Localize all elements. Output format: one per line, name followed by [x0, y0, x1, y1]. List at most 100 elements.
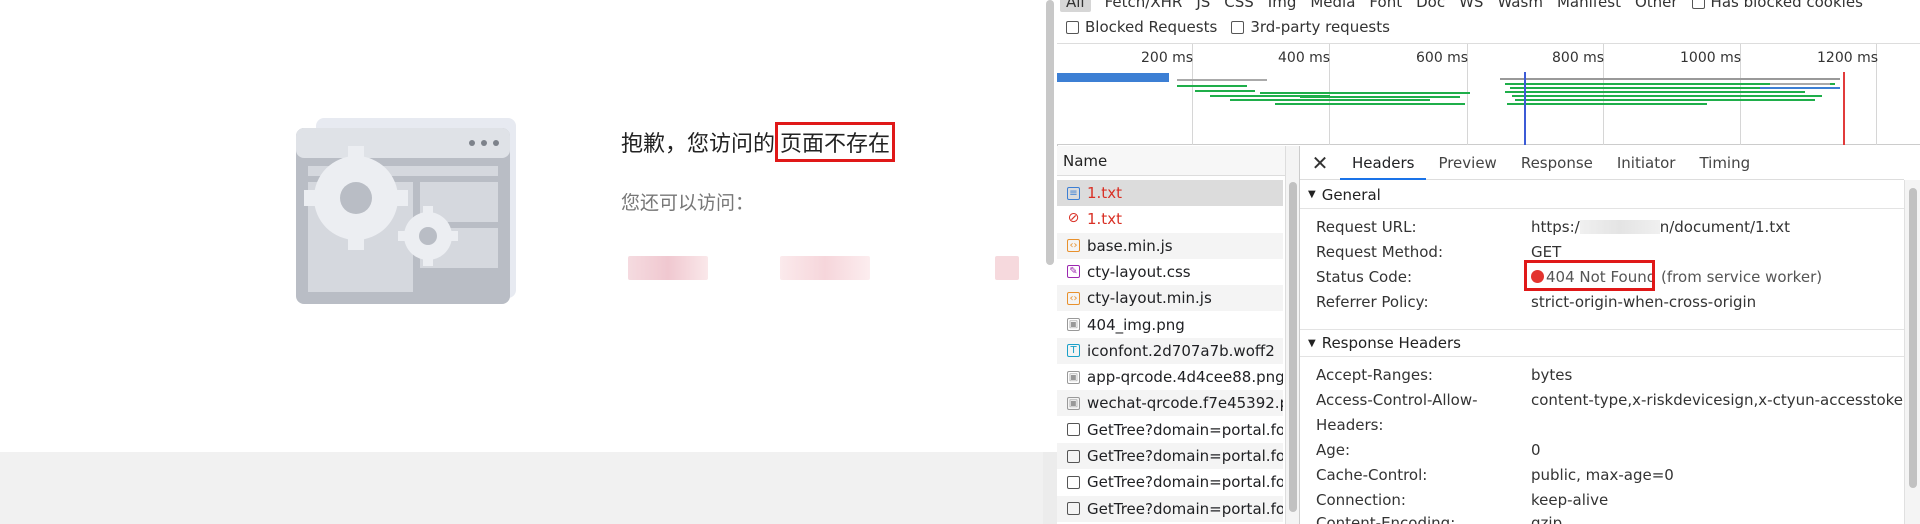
header-value: gzip	[1531, 514, 1563, 524]
filter-media[interactable]: Media	[1310, 0, 1355, 11]
header-value: keep-alive	[1531, 491, 1609, 509]
request-list-scrollbar-thumb[interactable]	[1289, 182, 1297, 512]
filter-doc[interactable]: Doc	[1416, 0, 1445, 11]
request-row[interactable]: ▣ wechat-qrcode.f7e45392.png	[1057, 390, 1283, 417]
tab-preview[interactable]: Preview	[1426, 146, 1508, 180]
page-subtitle: 您还可以访问：	[621, 192, 755, 214]
request-filters: Blocked Requests 3rd-party requests	[1066, 18, 1390, 36]
request-list-scrollbar[interactable]	[1285, 146, 1299, 524]
redacted-area	[1579, 220, 1660, 234]
filter-img[interactable]: Img	[1268, 0, 1297, 11]
details-scrollbar[interactable]	[1904, 180, 1920, 524]
request-row[interactable]: GetTree?domain=portal.foo...	[1057, 417, 1283, 443]
waterfall-bar	[1275, 103, 1465, 105]
request-name: wechat-qrcode.f7e45392.png	[1087, 394, 1283, 413]
header-key: Status Code:	[1316, 268, 1413, 286]
waterfall-bar	[1515, 99, 1815, 101]
filter-wasm[interactable]: Wasm	[1497, 0, 1543, 11]
waterfall-bar	[1760, 87, 1840, 89]
header-key: Content-Encoding:	[1316, 514, 1456, 524]
waterfall-bar	[1505, 91, 1805, 93]
request-row[interactable]: ≡ 1.txt	[1057, 180, 1283, 206]
overview-tick: 400 ms	[1278, 50, 1331, 66]
request-row[interactable]: ‹› base.min.js	[1057, 232, 1283, 259]
request-row[interactable]: ✎ cty-layout.css	[1057, 259, 1283, 285]
waterfall-bar	[1770, 83, 1830, 85]
header-value: 0	[1531, 441, 1541, 459]
details-scrollbar-thumb[interactable]	[1909, 188, 1917, 488]
request-name: 1.txt	[1087, 210, 1122, 229]
checkbox-icon	[1231, 21, 1245, 34]
error-page: 抱歉，您访问的 页面不存在 您还可以访问：	[0, 0, 1043, 452]
waterfall-bar	[1177, 85, 1247, 87]
request-name: GetTree?domain=portal.foo...	[1087, 447, 1283, 465]
page-scrollbar[interactable]	[1043, 0, 1057, 452]
has-blocked-cookies-toggle[interactable]: Has blocked cookies	[1691, 0, 1863, 11]
request-row[interactable]: ‹› cty-layout.min.js	[1057, 285, 1283, 312]
panel-gap	[1043, 452, 1057, 524]
waterfall-bar	[1260, 92, 1470, 94]
request-row[interactable]: GetTree?domain=portal.foo...	[1057, 443, 1283, 469]
page-title: 抱歉，您访问的 页面不存在	[621, 122, 896, 162]
checkbox-icon	[1066, 21, 1079, 34]
referrer-policy-value: strict-origin-when-cross-origin	[1531, 293, 1757, 311]
error-icon: ⊘	[1067, 209, 1080, 226]
filter-other[interactable]: Other	[1635, 0, 1678, 11]
tab-response[interactable]: Response	[1509, 146, 1605, 180]
name-column-header[interactable]: Name	[1057, 146, 1285, 176]
request-name: 1.txt	[1087, 184, 1122, 202]
tab-headers[interactable]: Headers	[1340, 146, 1427, 180]
third-party-toggle[interactable]: 3rd-party requests	[1231, 18, 1390, 36]
header-value: content-type,x-riskdevicesign,x-ctyun-ac…	[1531, 391, 1913, 409]
checkbox-icon	[1067, 423, 1080, 437]
overview-tick: 200 ms	[1141, 50, 1194, 66]
filter-ws[interactable]: WS	[1459, 0, 1483, 11]
request-row[interactable]: Ticonfont.2d707a7b.woff2	[1057, 337, 1283, 364]
general-section-header[interactable]: ▼ General	[1300, 181, 1904, 209]
request-row[interactable]: GetTree?domain=portal.foo...	[1057, 469, 1283, 495]
broken-window-gears-illustration	[296, 118, 516, 304]
page-footer-area	[0, 452, 1043, 524]
request-name: GetTree?domain=portal.foo...	[1087, 473, 1283, 492]
request-name: GetTree?domain=portal.foo...	[1087, 420, 1283, 439]
filter-css[interactable]: CSS	[1224, 0, 1254, 11]
waterfall-bar	[1500, 78, 1840, 80]
header-value: public, max-age=0	[1531, 466, 1674, 484]
checkbox-icon	[1067, 475, 1080, 489]
response-headers-section-header[interactable]: ▼ Response Headers	[1300, 329, 1904, 357]
page-scrollbar-thumb[interactable]	[1046, 0, 1054, 265]
filter-all[interactable]: All	[1060, 0, 1091, 12]
checkbox-icon	[1691, 0, 1705, 9]
close-icon[interactable]: ✕	[1300, 151, 1340, 175]
page-title-prefix: 抱歉，您访问的	[621, 132, 776, 157]
filter-fetch-xhr[interactable]: Fetch/XHR	[1105, 0, 1183, 11]
header-key: Referrer Policy:	[1316, 293, 1429, 311]
waterfall-bar	[1195, 90, 1255, 92]
tab-timing[interactable]: Timing	[1687, 146, 1762, 180]
page-title-highlight: 页面不存在	[775, 122, 896, 162]
blocked-requests-toggle[interactable]: Blocked Requests	[1066, 18, 1217, 36]
filter-font[interactable]: Font	[1369, 0, 1402, 11]
type-filters: All Fetch/XHR JS CSS Img Media Font Doc …	[1060, 0, 1863, 12]
request-name: iconfont.2d707a7b.woff2	[1087, 341, 1275, 360]
request-row[interactable]: ⊘ 1.txt	[1057, 206, 1283, 232]
script-icon: ‹›	[1067, 239, 1080, 253]
blurred-link[interactable]	[780, 256, 870, 280]
request-name: cty-layout.css	[1087, 262, 1191, 281]
request-row[interactable]: ▣ app-qrcode.4d4cee88.png	[1057, 364, 1283, 390]
filter-manifest[interactable]: Manifest	[1557, 0, 1621, 11]
collapse-triangle-icon: ▼	[1308, 189, 1316, 200]
checkbox-icon	[1067, 502, 1080, 516]
checkbox-icon	[1067, 449, 1080, 463]
document-icon: ≡	[1067, 186, 1080, 200]
filter-js[interactable]: JS	[1196, 0, 1210, 11]
request-name: cty-layout.min.js	[1087, 289, 1212, 308]
request-row[interactable]: GetTree?domain=portal.foo...	[1057, 495, 1283, 522]
blurred-link[interactable]	[628, 256, 708, 280]
collapse-triangle-icon: ▼	[1308, 337, 1316, 349]
overview-tick: 800 ms	[1552, 50, 1605, 66]
tab-initiator[interactable]: Initiator	[1605, 146, 1688, 180]
request-name: 404_img.png	[1087, 315, 1185, 334]
request-row[interactable]: ▣ 404_img.png	[1057, 312, 1283, 338]
blurred-link[interactable]	[995, 256, 1019, 280]
